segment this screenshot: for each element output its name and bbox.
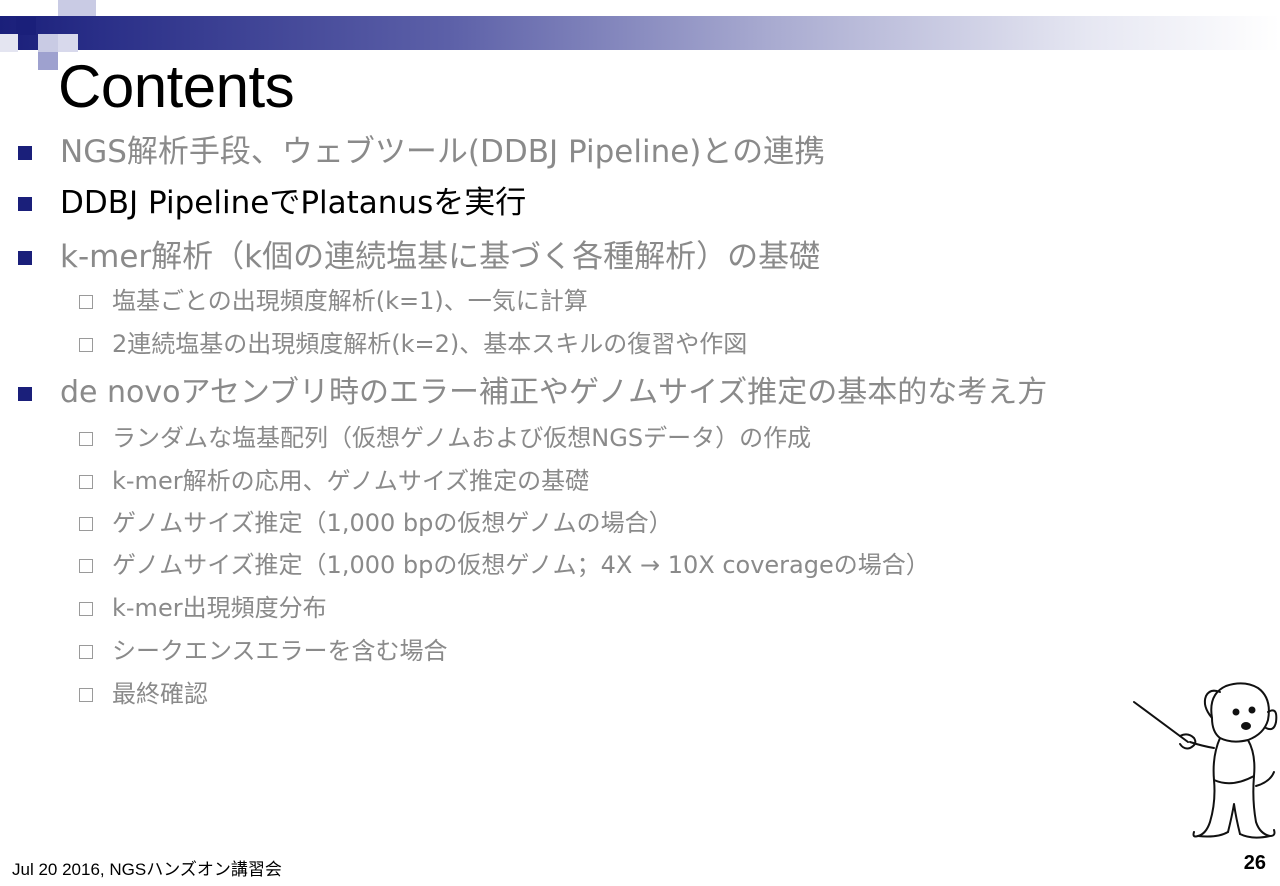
hollow-square-bullet-icon <box>79 517 93 531</box>
list-item-text: シークエンスエラーを含む場合 <box>112 637 448 665</box>
list-item-text: NGS解析手段、ウェブツール(DDBJ Pipeline)との連携 <box>60 134 826 170</box>
list-item-text: de novoアセンブリ時のエラー補正やゲノムサイズ推定の基本的な考え方 <box>60 375 1048 410</box>
footer-event-label: Jul 20 2016, NGSハンズオン講習会 <box>12 860 282 879</box>
hollow-square-bullet-icon <box>79 645 93 659</box>
list-item-text: 塩基ごとの出現頻度解析(k=1)、一気に計算 <box>112 287 588 315</box>
hollow-square-bullet-icon <box>79 338 93 352</box>
decorative-square <box>38 34 58 52</box>
filled-square-bullet-icon <box>18 197 32 211</box>
filled-square-bullet-icon <box>18 251 32 265</box>
hollow-square-bullet-icon <box>79 688 93 702</box>
hollow-square-bullet-icon <box>79 295 93 309</box>
list-item-text: 最終確認 <box>112 680 208 708</box>
list-item-text: k-mer解析（k個の連続塩基に基づく各種解析）の基礎 <box>60 239 821 275</box>
filled-square-bullet-icon <box>18 387 32 401</box>
decorative-square <box>38 52 58 70</box>
hollow-square-bullet-icon <box>79 602 93 616</box>
dog-mascot-illustration <box>1133 682 1278 839</box>
list-item-text: ゲノムサイズ推定（1,000 bpの仮想ゲノム；4X → 10X coverag… <box>112 551 930 579</box>
slide-title: Contents <box>58 53 295 120</box>
list-item-text: DDBJ PipelineでPlatanusを実行 <box>60 185 527 221</box>
decorative-square <box>16 17 36 35</box>
page-number: 26 <box>1243 852 1266 874</box>
list-item-text: ランダムな塩基配列（仮想ゲノムおよび仮想NGSデータ）の作成 <box>112 424 812 452</box>
decorative-square <box>58 34 78 52</box>
list-item-text: ゲノムサイズ推定（1,000 bpの仮想ゲノムの場合） <box>112 509 673 537</box>
hollow-square-bullet-icon <box>79 475 93 489</box>
header-gradient-band <box>0 16 1280 50</box>
list-item-text: k-mer解析の応用、ゲノムサイズ推定の基礎 <box>112 467 590 495</box>
filled-square-bullet-icon <box>18 146 32 160</box>
decorative-square <box>58 0 96 16</box>
hollow-square-bullet-icon <box>79 559 93 573</box>
list-item-text: 2連続塩基の出現頻度解析(k=2)、基本スキルの復習や作図 <box>112 330 748 358</box>
decorative-square <box>0 34 18 52</box>
hollow-square-bullet-icon <box>79 432 93 446</box>
list-item-text: k-mer出現頻度分布 <box>112 594 327 622</box>
